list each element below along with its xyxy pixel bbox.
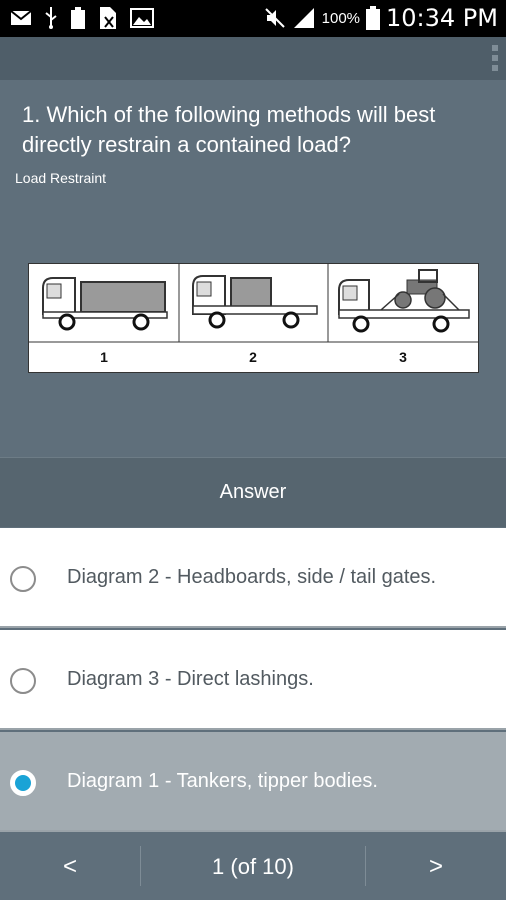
answer-option-label: Diagram 3 - Direct lashings.	[67, 668, 314, 690]
answer-header-label: Answer	[219, 481, 287, 503]
notification-icons	[10, 7, 154, 29]
mute-icon	[264, 8, 285, 28]
answer-option-label: Diagram 2 - Headboards, side / tail gate…	[67, 566, 437, 588]
question-text: 1. Which of the following methods will b…	[22, 102, 436, 157]
no-sim-icon	[100, 7, 116, 29]
image-icon	[130, 8, 154, 28]
clock: 10:34 PM	[386, 4, 498, 32]
radio-button[interactable]	[10, 668, 36, 694]
battery-percent: 100%	[321, 9, 361, 27]
radio-button-selected[interactable]	[10, 770, 36, 796]
previous-button[interactable]: <	[0, 834, 140, 900]
question-diagram: 1 2 3	[28, 263, 479, 373]
app-toolbar	[0, 37, 506, 80]
answer-option-label: Diagram 1 - Tankers, tipper bodies.	[67, 770, 378, 792]
system-indicators: 100% 10:34 PM	[264, 4, 498, 32]
diagram-label-1: 1	[100, 349, 108, 365]
signal-icon	[293, 8, 314, 28]
bottom-navigation: < 1 (of 10) >	[0, 834, 506, 900]
answer-option-selected[interactable]: Diagram 1 - Tankers, tipper bodies.	[0, 732, 506, 832]
radio-button[interactable]	[10, 566, 36, 592]
usb-icon	[45, 7, 57, 29]
answer-option[interactable]: Diagram 2 - Headboards, side / tail gate…	[0, 528, 506, 628]
overflow-menu-icon[interactable]	[492, 45, 498, 71]
question-category: Load Restraint	[15, 170, 107, 186]
answer-header: Answer	[0, 457, 506, 527]
email-icon	[10, 10, 32, 25]
diagram-label-2: 2	[249, 349, 257, 365]
next-button[interactable]: >	[366, 834, 506, 900]
diagram-label-3: 3	[399, 349, 407, 365]
question-panel: 1. Which of the following methods will b…	[0, 80, 506, 457]
battery-icon	[366, 6, 381, 30]
battery-full-icon	[71, 7, 85, 29]
page-indicator: 1 (of 10)	[212, 854, 294, 879]
status-bar: 100% 10:34 PM	[0, 0, 506, 37]
answer-option[interactable]: Diagram 3 - Direct lashings.	[0, 630, 506, 730]
